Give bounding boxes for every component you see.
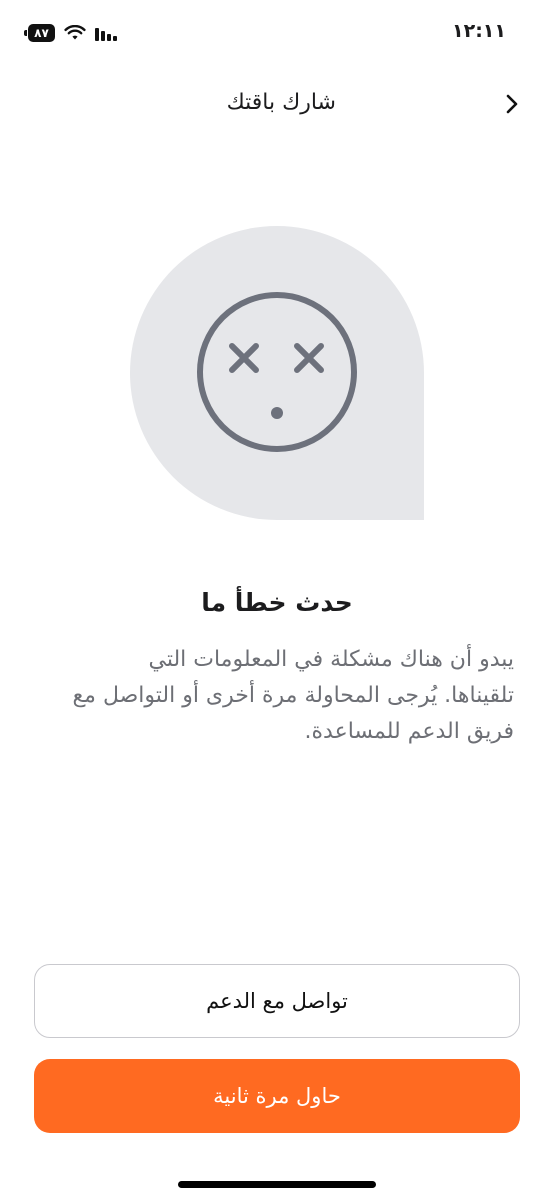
home-indicator: [178, 1181, 376, 1188]
contact-support-label: تواصل مع الدعم: [206, 989, 348, 1013]
retry-label: حاول مرة ثانية: [213, 1084, 341, 1108]
nav-bar: شارك باقتك: [0, 76, 554, 134]
status-time: ١٢:١١: [452, 20, 506, 42]
wifi-icon: [64, 25, 86, 40]
error-message-line: تلقيناها. يُرجى المحاولة مرة أخرى أو الت…: [72, 683, 514, 708]
page-title: شارك باقتك: [226, 90, 336, 115]
contact-support-button[interactable]: تواصل مع الدعم: [34, 964, 520, 1038]
error-message: يبدو أن هناك مشكلة في المعلومات التي تلق…: [36, 642, 514, 750]
error-title: حدث خطأ ما: [201, 588, 353, 617]
status-bar: ٨٧ ١٢:١١: [0, 0, 554, 64]
signal-icon: [95, 27, 117, 41]
status-icons: ٨٧: [24, 22, 117, 44]
chevron-right-icon[interactable]: [500, 92, 524, 116]
battery-level: ٨٧: [34, 26, 49, 40]
error-message-line: يبدو أن هناك مشكلة في المعلومات التي: [148, 647, 514, 672]
mouth-dot: [271, 407, 283, 419]
retry-button[interactable]: حاول مرة ثانية: [34, 1059, 520, 1133]
error-message-line: فريق الدعم للمساعدة.: [304, 719, 514, 744]
speech-bubble-shape: [130, 226, 424, 520]
battery-icon: ٨٧: [24, 24, 55, 42]
sad-face-icon: [130, 226, 424, 520]
